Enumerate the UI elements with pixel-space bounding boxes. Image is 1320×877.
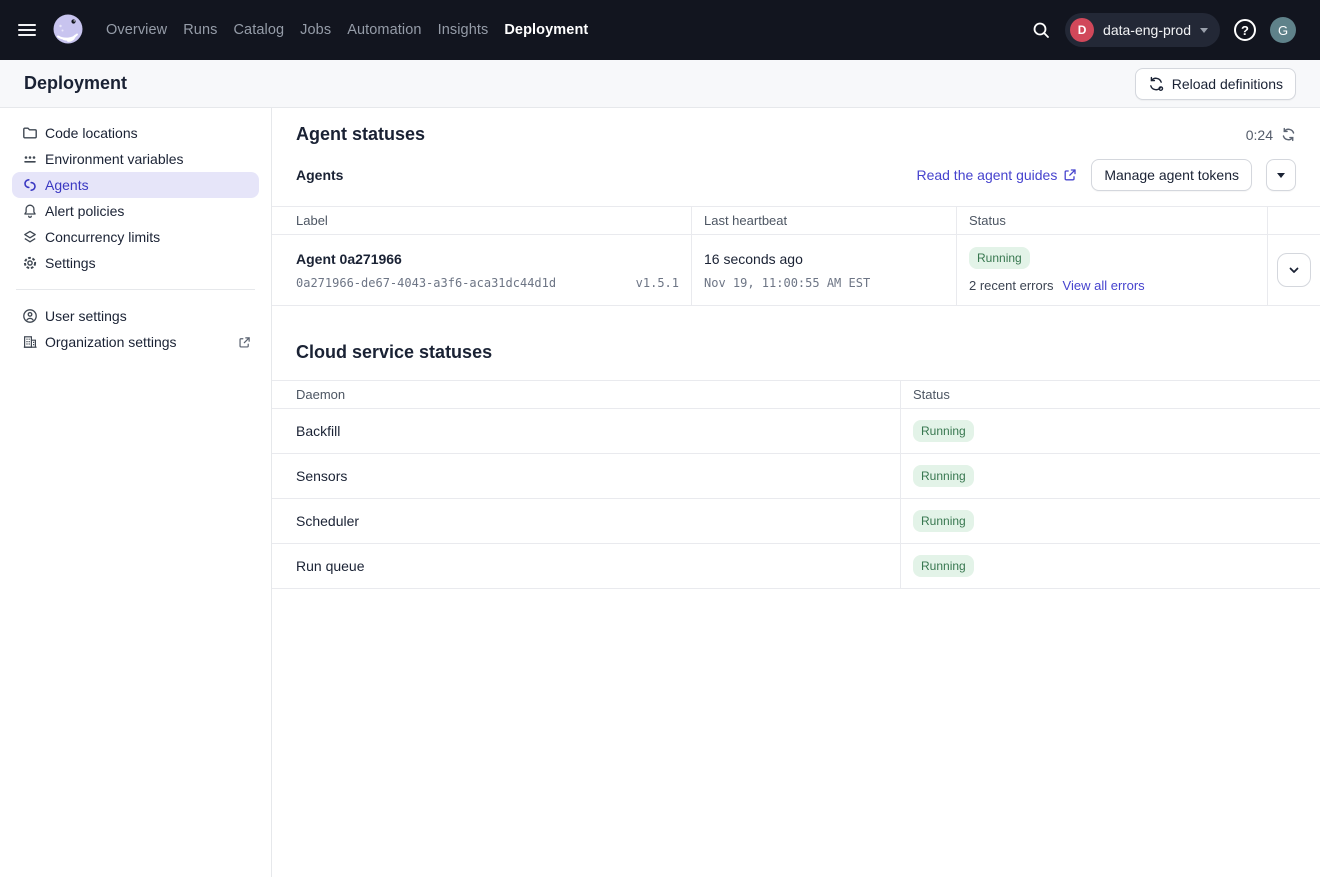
daemon-status-cell: Running: [901, 454, 1320, 499]
sidebar-item-agents[interactable]: Agents: [12, 172, 259, 198]
bell-icon: [22, 203, 38, 219]
sidebar-item-concurrency-limits[interactable]: Concurrency limits: [12, 224, 259, 250]
agent-id: 0a271966-de67-4043-a3f6-aca31dc44d1d: [296, 276, 556, 290]
nav-item-runs[interactable]: Runs: [183, 22, 217, 38]
help-icon[interactable]: ?: [1234, 19, 1256, 41]
sidebar-item-settings[interactable]: Settings: [12, 250, 259, 276]
heartbeat-timestamp: Nov 19, 11:00:55 AM EST: [704, 276, 944, 290]
external-link-icon: [1063, 168, 1077, 182]
agent-statuses-header: Agent statuses 0:24: [272, 108, 1320, 145]
daemon-status-cell: Running: [901, 499, 1320, 544]
cloud-service-statuses-title: Cloud service statuses: [296, 342, 1296, 363]
sidebar-item-environment-variables[interactable]: Environment variables: [12, 146, 259, 172]
nav-item-insights[interactable]: Insights: [438, 22, 489, 38]
read-agent-guides-link[interactable]: Read the agent guides: [916, 167, 1077, 183]
daemon-name: Sensors: [272, 454, 901, 499]
page-title: Deployment: [24, 73, 127, 94]
sidebar-item-code-locations[interactable]: Code locations: [12, 120, 259, 146]
primary-nav: Overview Runs Catalog Jobs Automation In…: [106, 22, 588, 38]
column-header-actions: [1268, 207, 1320, 235]
gear-icon: [22, 255, 38, 271]
sidebar-item-organization-settings[interactable]: Organization settings: [12, 329, 259, 355]
refresh-icon[interactable]: [1281, 127, 1296, 142]
status-badge: Running: [913, 510, 974, 532]
user-circle-icon: [22, 308, 38, 324]
view-all-errors-link[interactable]: View all errors: [1063, 278, 1145, 293]
chevron-down-icon: [1200, 28, 1208, 33]
search-icon[interactable]: [1031, 20, 1051, 40]
daemon-name: Scheduler: [272, 499, 901, 544]
dagster-logo-icon[interactable]: [50, 12, 86, 48]
sidebar-item-user-settings[interactable]: User settings: [12, 303, 259, 329]
topnav-right-cluster: D data-eng-prod ? G: [1031, 13, 1296, 47]
agent-version: v1.5.1: [636, 276, 679, 290]
status-badge: Running: [969, 247, 1030, 269]
layers-icon: [22, 229, 38, 245]
daemon-status-cell: Running: [901, 409, 1320, 454]
agent-actions-dropdown-button[interactable]: [1266, 159, 1296, 191]
status-badge: Running: [913, 420, 974, 442]
building-icon: [22, 334, 38, 350]
folder-icon: [22, 125, 38, 141]
agents-table: Label Last heartbeat Status Agent 0a2719…: [272, 206, 1320, 306]
column-header-last-heartbeat: Last heartbeat: [692, 207, 957, 235]
column-header-status: Status: [901, 381, 1320, 409]
reload-definitions-button[interactable]: Reload definitions: [1135, 68, 1296, 100]
agents-section-label: Agents: [296, 167, 343, 183]
heartbeat-relative: 16 seconds ago: [704, 251, 944, 267]
external-link-icon: [238, 336, 251, 349]
nav-item-overview[interactable]: Overview: [106, 22, 167, 38]
deployment-switcher[interactable]: D data-eng-prod: [1065, 13, 1220, 47]
agent-statuses-title: Agent statuses: [296, 124, 425, 145]
nav-item-deployment[interactable]: Deployment: [504, 22, 588, 38]
reload-icon: [1148, 76, 1164, 92]
agent-heartbeat-cell: 16 seconds ago Nov 19, 11:00:55 AM EST: [692, 235, 957, 306]
countdown-value: 0:24: [1246, 127, 1273, 143]
status-badge: Running: [913, 555, 974, 577]
user-avatar[interactable]: G: [1270, 17, 1296, 43]
hamburger-menu-icon[interactable]: [16, 18, 40, 42]
chevron-down-icon: [1286, 262, 1302, 278]
agent-icon: [22, 177, 38, 193]
agents-toolbar: Agents Read the agent guides Manage agen…: [272, 145, 1320, 206]
nav-item-jobs[interactable]: Jobs: [300, 22, 331, 38]
sidebar-item-alert-policies[interactable]: Alert policies: [12, 198, 259, 224]
nav-item-automation[interactable]: Automation: [347, 22, 421, 38]
top-nav: Overview Runs Catalog Jobs Automation In…: [0, 0, 1320, 60]
main-content: Agent statuses 0:24 Agents Read the agen…: [272, 108, 1320, 877]
column-header-label: Label: [272, 207, 692, 235]
daemon-name: Backfill: [272, 409, 901, 454]
daemon-name: Run queue: [272, 544, 901, 589]
agent-expand-button[interactable]: [1277, 253, 1311, 287]
deployment-initial-badge: D: [1070, 18, 1094, 42]
daemon-status-cell: Running: [901, 544, 1320, 589]
sidebar-divider: [16, 289, 255, 290]
nav-item-catalog[interactable]: Catalog: [233, 22, 284, 38]
page-header: Deployment Reload definitions: [0, 60, 1320, 108]
recent-errors-count: 2 recent errors: [969, 278, 1054, 293]
refresh-countdown: 0:24: [1246, 127, 1296, 143]
agent-label-cell: Agent 0a271966 0a271966-de67-4043-a3f6-a…: [272, 235, 692, 306]
variables-icon: [22, 151, 38, 167]
column-header-daemon: Daemon: [272, 381, 901, 409]
agent-status-cell: Running 2 recent errors View all errors: [957, 235, 1268, 306]
column-header-status: Status: [957, 207, 1268, 235]
agent-name: Agent 0a271966: [296, 251, 679, 267]
status-badge: Running: [913, 465, 974, 487]
manage-agent-tokens-button[interactable]: Manage agent tokens: [1091, 159, 1252, 191]
deployment-switcher-label: data-eng-prod: [1103, 22, 1191, 38]
deployment-sidebar: Code locations Environment variables: [0, 108, 272, 877]
chevron-down-icon: [1277, 173, 1285, 178]
cloud-services-table: Daemon Status Backfill Running Sensors R…: [272, 380, 1320, 589]
agent-expand-cell: [1268, 235, 1320, 306]
